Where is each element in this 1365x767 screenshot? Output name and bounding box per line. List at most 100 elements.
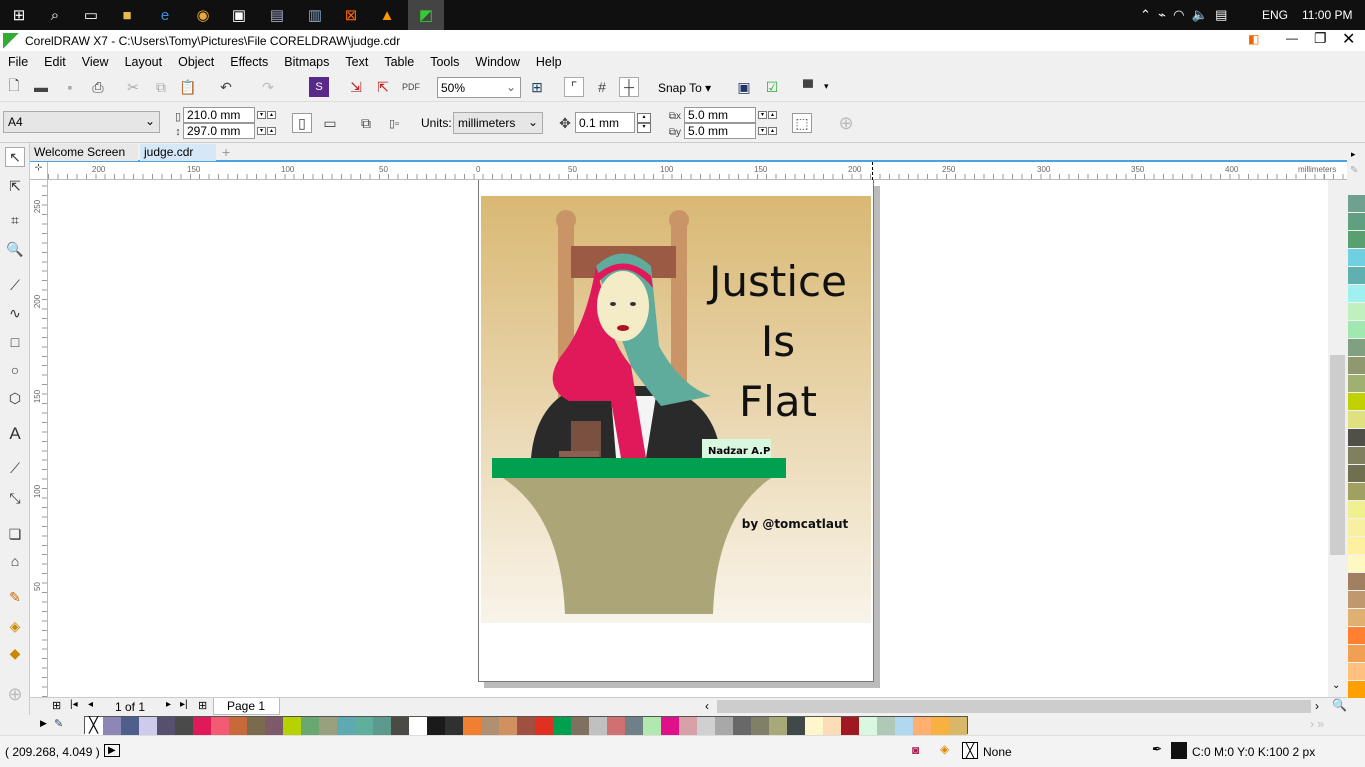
menu-effects[interactable]: Effects [222,55,276,69]
color-swatch[interactable] [445,717,463,735]
vlc-icon[interactable]: ▲ [374,4,400,26]
ellipse-tool-icon[interactable]: ○ [5,360,25,380]
color-swatch[interactable] [643,717,661,735]
color-swatch[interactable] [337,717,355,735]
menu-view[interactable]: View [74,55,117,69]
color-swatch[interactable] [1348,555,1365,572]
zoom-tool-icon[interactable]: 🔍 [5,239,25,259]
color-swatch[interactable] [1348,519,1365,536]
color-swatch[interactable] [1348,285,1365,302]
new-tab-icon[interactable]: + [218,144,234,161]
color-swatch[interactable] [1348,231,1365,248]
color-swatch[interactable] [931,717,949,735]
spin-down-button[interactable]: ▾ [637,123,651,133]
show-grid-icon[interactable]: # [592,77,612,97]
new-document-icon[interactable]: 🗋 [4,77,24,97]
color-swatch[interactable] [1348,249,1365,266]
close-button[interactable]: ✕ [1342,29,1355,49]
zoom-navigator-icon[interactable]: 🔍 [1332,698,1347,712]
palette-arrow-icon[interactable]: ▶ [40,718,47,729]
task-view-icon[interactable]: ▭ [78,4,104,26]
color-swatch[interactable] [661,717,679,735]
print-icon[interactable]: ⎙ [88,77,108,97]
store-icon[interactable]: ▣ [226,4,252,26]
palette-scroll-right-icon[interactable]: › » [1310,717,1324,731]
color-proof-icon[interactable]: ◙ [912,743,919,757]
color-swatch[interactable] [823,717,841,735]
edge-icon[interactable]: e [152,4,178,26]
color-swatch[interactable] [247,717,265,735]
duplicate-distance-y-input[interactable]: 5.0 mm [684,123,756,139]
eyedropper-icon[interactable]: ✎ [54,717,63,730]
page-width-input[interactable]: 210.0 mm [183,107,255,123]
color-swatch[interactable] [427,717,445,735]
color-swatch[interactable] [1348,411,1365,428]
tab-welcome-screen[interactable]: Welcome Screen [30,144,138,161]
color-swatch[interactable] [265,717,283,735]
color-swatch[interactable] [481,717,499,735]
application-launcher-icon[interactable]: ▀ [798,77,818,97]
color-swatch[interactable] [877,717,895,735]
color-swatch[interactable] [121,717,139,735]
spin-up-button[interactable]: ▴ [768,111,777,119]
photos-icon[interactable]: ▤ [264,4,290,26]
menu-window[interactable]: Window [467,55,527,69]
color-swatch[interactable] [859,717,877,735]
all-pages-icon[interactable]: ⧉ [356,113,376,133]
color-swatch[interactable] [1348,213,1365,230]
ruler-origin[interactable]: ⊹ [30,162,48,180]
color-swatch[interactable] [733,717,751,735]
rectangle-tool-icon[interactable]: □ [5,332,25,352]
chrome-icon[interactable]: ◉ [190,4,216,26]
spin-up-button[interactable]: ▴ [768,127,777,135]
scrollbar-thumb[interactable] [1330,355,1345,555]
eyedropper-icon[interactable]: ✎ [1350,165,1358,176]
welcome-screen-icon[interactable]: ▣ [734,77,754,97]
add-icon[interactable]: ⊕ [836,113,856,133]
color-swatch[interactable] [895,717,913,735]
menu-file[interactable]: File [0,55,36,69]
color-swatch[interactable] [229,717,247,735]
menu-object[interactable]: Object [170,55,222,69]
color-swatch[interactable] [355,717,373,735]
system-tray-icons[interactable]: ⌃ ⌁ ◠ 🔈 ▤ [1140,7,1227,23]
color-swatch[interactable] [517,717,535,735]
color-swatch[interactable] [1348,357,1365,374]
color-swatch[interactable] [1348,267,1365,284]
zoom-to-page-icon[interactable]: ⊞ [527,77,547,97]
spin-up-button[interactable]: ▴ [267,127,276,135]
add-tool-icon[interactable]: ⊕ [5,684,25,704]
fill-none-swatch[interactable]: ╳ [962,742,978,759]
scroll-right-icon[interactable]: › [1315,699,1319,713]
add-page-icon[interactable]: ⊞ [52,699,61,712]
color-swatch[interactable] [715,717,733,735]
color-swatch[interactable] [805,717,823,735]
menu-layout[interactable]: Layout [117,55,171,69]
snap-to-dropdown[interactable]: Snap To ▾ [658,81,711,95]
duplicate-distance-x-input[interactable]: 5.0 mm [684,107,756,123]
tab-judge-cdr[interactable]: judge.cdr [140,144,216,161]
color-swatch[interactable] [841,717,859,735]
color-swatch[interactable] [1348,627,1365,644]
treat-as-filled-icon[interactable]: ⬚ [792,113,812,133]
color-swatch[interactable] [1348,645,1365,662]
notepad-icon[interactable]: ▥ [302,4,328,26]
color-swatch[interactable] [589,717,607,735]
crop-tool-icon[interactable]: ⌗ [5,210,25,230]
page-height-input[interactable]: 297.0 mm [183,123,255,139]
spin-down-button[interactable]: ▾ [758,111,767,119]
next-page-icon[interactable]: ▸ [166,699,171,710]
menu-bitmaps[interactable]: Bitmaps [276,55,337,69]
scroll-down-icon[interactable]: ⌄ [1332,680,1340,691]
corel-connect-icon[interactable]: S [309,77,329,97]
chevron-down-icon[interactable]: ▾ [824,81,829,92]
artwork-judge[interactable]: Nadzar A.P Justice Is Flat by @tomcatlau… [481,196,871,623]
landscape-icon[interactable]: ▭ [320,113,340,133]
color-swatch[interactable] [1348,573,1365,590]
color-swatch[interactable] [175,717,193,735]
color-swatch[interactable] [1348,303,1365,320]
color-swatch[interactable] [787,717,805,735]
color-swatch[interactable] [1348,465,1365,482]
status-menu-arrow-icon[interactable]: ▶ [104,744,120,757]
color-swatch[interactable] [607,717,625,735]
